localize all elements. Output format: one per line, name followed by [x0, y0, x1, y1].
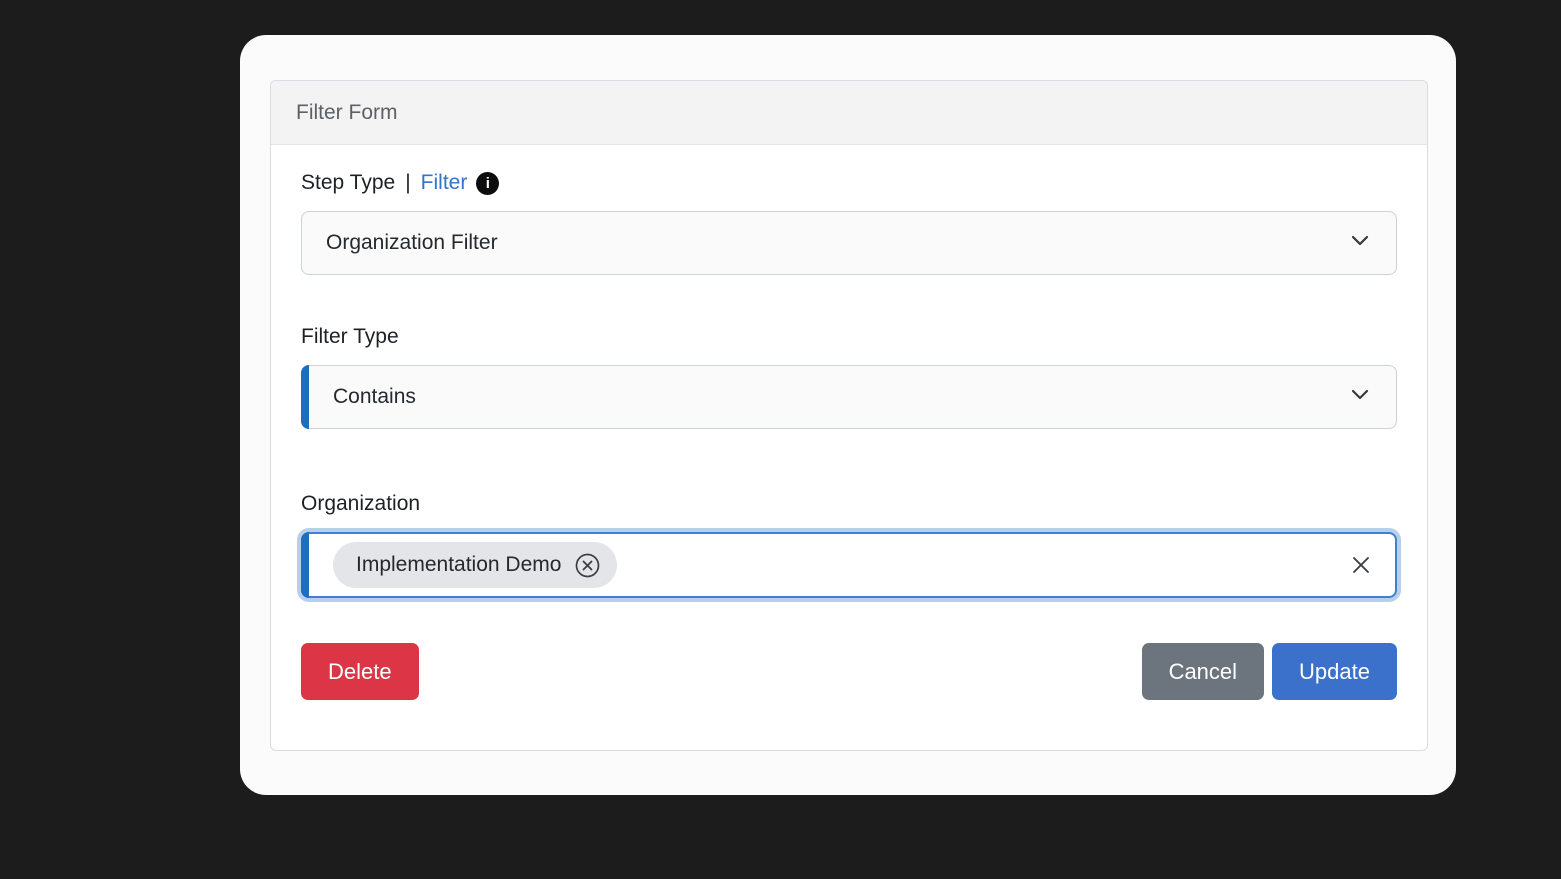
- card-body: Step Type | Filter i Organization Filter…: [271, 145, 1427, 750]
- modal-panel: Filter Form Step Type | Filter i Organiz…: [240, 35, 1456, 795]
- delete-button[interactable]: Delete: [301, 643, 419, 700]
- chip-remove-icon[interactable]: [574, 552, 601, 579]
- filter-type-selected-value: Contains: [333, 385, 416, 408]
- update-button[interactable]: Update: [1272, 643, 1397, 700]
- chevron-down-icon: [1348, 382, 1372, 412]
- step-type-select[interactable]: Organization Filter: [301, 211, 1397, 275]
- organization-chip: Implementation Demo: [333, 542, 618, 588]
- accent-bar: [301, 365, 309, 429]
- filter-type-label: Filter Type: [301, 325, 399, 348]
- step-type-selected-value: Organization Filter: [326, 231, 498, 254]
- accent-bar: [301, 532, 309, 598]
- step-type-label: Step Type: [301, 171, 396, 194]
- organization-multiselect[interactable]: Implementation Demo: [301, 532, 1397, 598]
- label-separator: |: [405, 171, 411, 194]
- info-icon[interactable]: i: [476, 171, 500, 195]
- button-row: Delete Cancel Update: [301, 643, 1397, 700]
- cancel-button[interactable]: Cancel: [1141, 643, 1265, 700]
- chip-label: Implementation Demo: [356, 553, 562, 576]
- filter-link[interactable]: Filter: [421, 171, 468, 195]
- organization-label-row: Organization: [301, 492, 1397, 516]
- card-title: Filter Form: [296, 100, 398, 124]
- chevron-down-icon: [1348, 228, 1372, 258]
- clear-selection-icon[interactable]: [1349, 553, 1373, 577]
- filter-type-label-row: Filter Type: [301, 325, 1397, 349]
- step-type-label-row: Step Type | Filter i: [301, 171, 1397, 195]
- filter-type-select[interactable]: Contains: [301, 365, 1397, 429]
- organization-label: Organization: [301, 492, 421, 515]
- info-icon-glyph: i: [485, 174, 490, 192]
- filter-form-card: Filter Form Step Type | Filter i Organiz…: [270, 80, 1428, 751]
- card-header: Filter Form: [271, 81, 1427, 145]
